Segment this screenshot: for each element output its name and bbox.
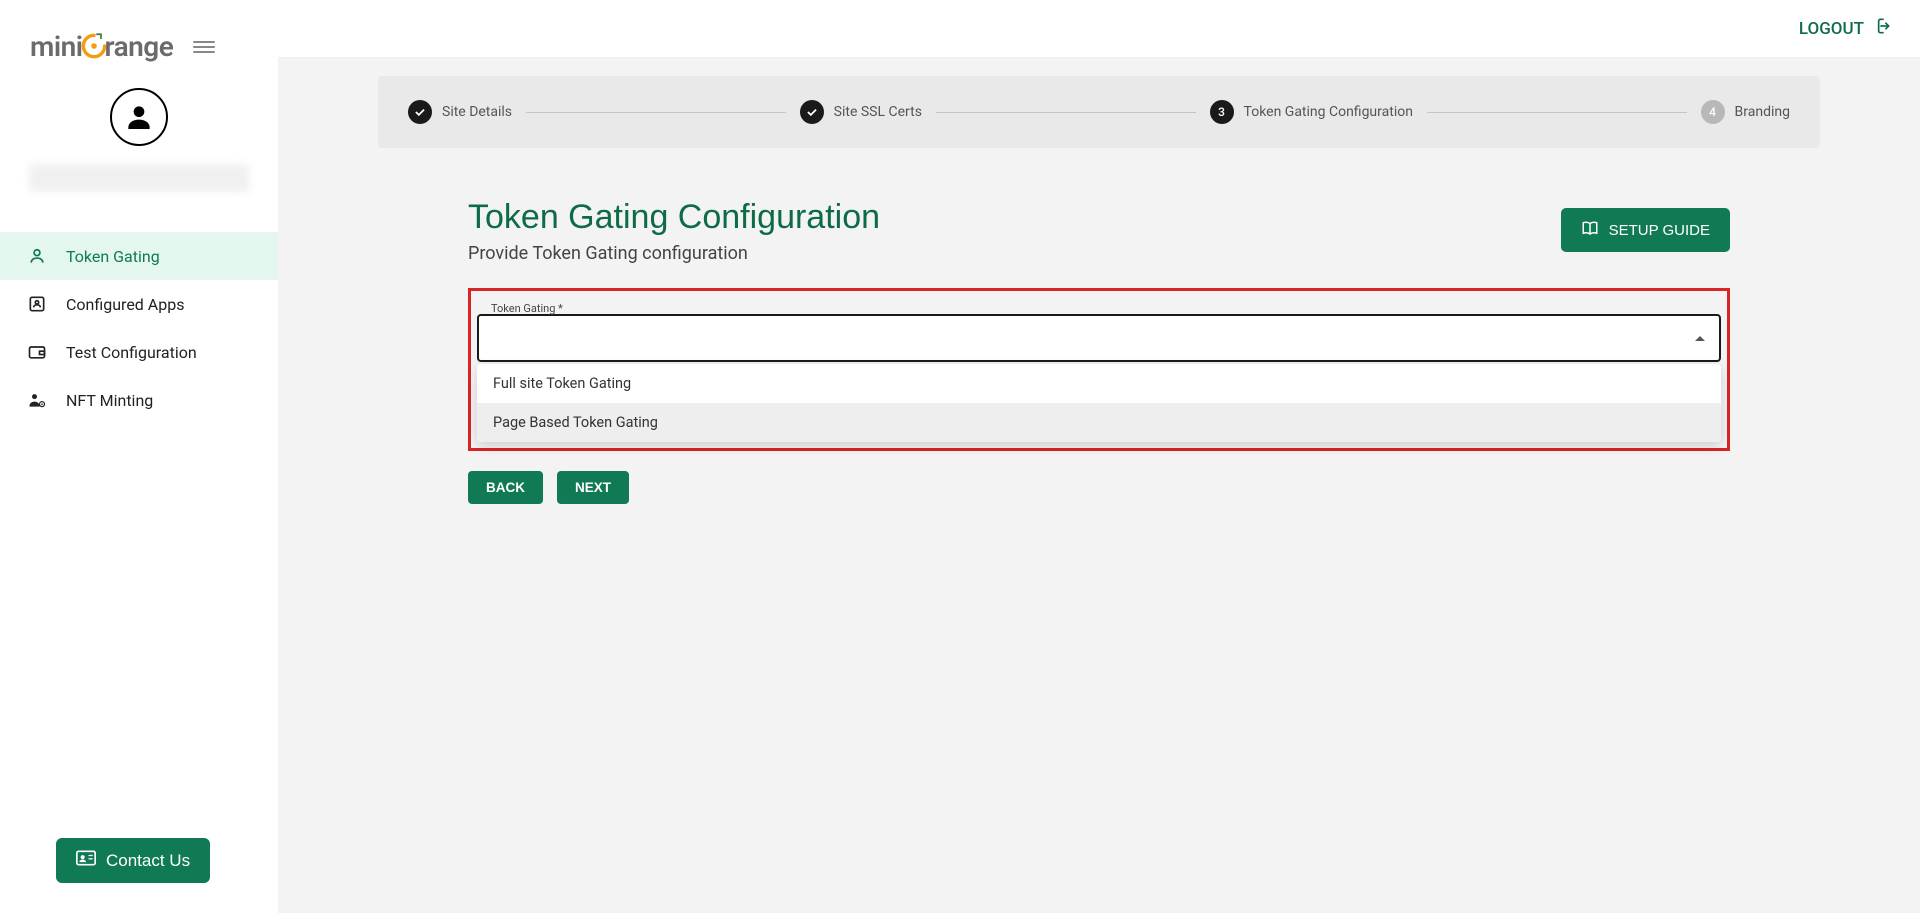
contact-card-icon xyxy=(76,850,96,871)
check-icon xyxy=(408,100,432,124)
stepper: Site Details Site SSL Certs 3 Token Gati… xyxy=(378,76,1820,148)
dropdown-option-page-based[interactable]: Page Based Token Gating xyxy=(477,403,1721,442)
sidebar-nav: Token Gating Configured Apps Test Config… xyxy=(0,232,278,424)
wallet-icon xyxy=(26,341,48,363)
step-site-details: Site Details xyxy=(408,100,512,124)
topbar: LOGOUT xyxy=(278,0,1920,58)
dropdown-option-full-site[interactable]: Full site Token Gating xyxy=(477,364,1721,403)
avatar xyxy=(110,88,168,146)
sidebar-item-token-gating[interactable]: Token Gating xyxy=(0,232,278,280)
page-subtitle: Provide Token Gating configuration xyxy=(468,243,880,264)
check-icon xyxy=(800,100,824,124)
menu-toggle-icon[interactable] xyxy=(193,41,215,53)
apps-icon xyxy=(26,293,48,315)
sidebar-item-label: Configured Apps xyxy=(66,295,184,314)
token-gating-dropdown: Full site Token Gating Page Based Token … xyxy=(477,364,1721,442)
step-connector xyxy=(1427,112,1687,113)
step-connector xyxy=(526,112,786,113)
sidebar-item-nft-minting[interactable]: NFT Minting xyxy=(0,376,278,424)
next-button[interactable]: NEXT xyxy=(557,471,629,504)
sidebar-item-configured-apps[interactable]: Configured Apps xyxy=(0,280,278,328)
sidebar-item-test-configuration[interactable]: Test Configuration xyxy=(0,328,278,376)
person-icon xyxy=(26,245,48,267)
sidebar-item-label: NFT Minting xyxy=(66,391,153,410)
page-title: Token Gating Configuration xyxy=(468,198,880,237)
contact-us-button[interactable]: Contact Us xyxy=(56,838,210,883)
username-redacted xyxy=(29,164,249,192)
step-branding: 4 Branding xyxy=(1701,100,1790,124)
logout-label: LOGOUT xyxy=(1799,19,1864,39)
step-label: Site Details xyxy=(442,104,512,120)
back-button[interactable]: BACK xyxy=(468,471,543,504)
contact-us-label: Contact Us xyxy=(106,851,190,871)
sidebar-item-label: Test Configuration xyxy=(66,343,197,362)
setup-guide-button[interactable]: SETUP GUIDE xyxy=(1561,208,1730,252)
logout-button[interactable]: LOGOUT xyxy=(1799,16,1892,41)
step-number: 4 xyxy=(1701,100,1725,124)
main-content: LOGOUT Site Details xyxy=(278,0,1920,913)
dropdown-arrow-icon xyxy=(1695,336,1705,341)
page-header: Token Gating Configuration Provide Token… xyxy=(468,198,1730,264)
token-gating-select[interactable] xyxy=(477,314,1721,362)
brand-logo: minirange xyxy=(30,30,173,63)
sidebar-item-label: Token Gating xyxy=(66,247,160,266)
button-row: BACK NEXT xyxy=(468,471,1730,504)
sidebar: minirange Token Gating xyxy=(0,0,278,913)
step-number: 3 xyxy=(1210,100,1234,124)
step-label: Site SSL Certs xyxy=(834,104,922,120)
select-label: Token Gating * xyxy=(487,302,567,315)
step-token-gating: 3 Token Gating Configuration xyxy=(1210,100,1413,124)
profile-section xyxy=(0,73,278,212)
book-icon xyxy=(1581,219,1599,241)
highlighted-select-area: Token Gating * Full site Token Gating Pa… xyxy=(468,288,1730,451)
logout-icon xyxy=(1872,16,1892,41)
users-gear-icon xyxy=(26,389,48,411)
step-label: Token Gating Configuration xyxy=(1244,104,1413,120)
sidebar-header: minirange xyxy=(0,0,278,73)
setup-guide-label: SETUP GUIDE xyxy=(1609,222,1710,239)
step-connector xyxy=(936,112,1196,113)
step-label: Branding xyxy=(1735,104,1790,120)
step-site-ssl-certs: Site SSL Certs xyxy=(800,100,922,124)
